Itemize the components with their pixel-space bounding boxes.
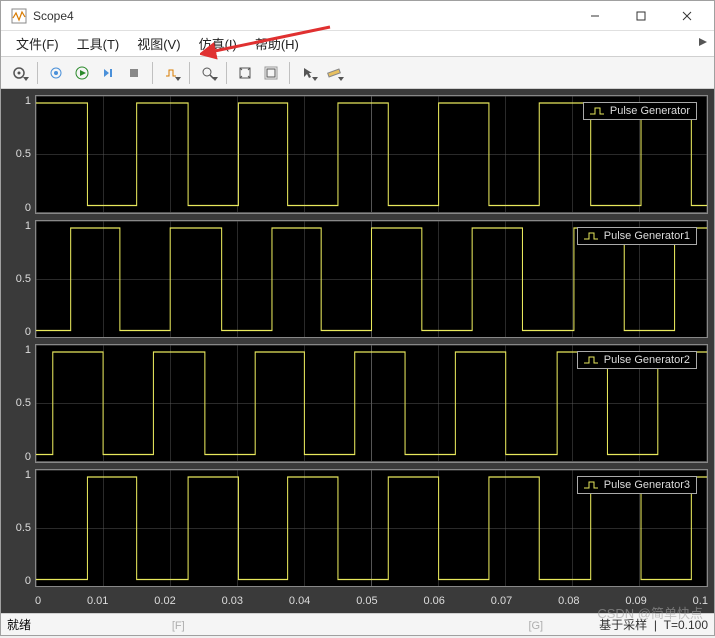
menu-help[interactable]: 帮助(H) xyxy=(246,31,308,56)
x-tick: 0 xyxy=(35,595,41,607)
x-tick: 0.08 xyxy=(558,595,579,607)
cursor-icon xyxy=(301,66,315,80)
autoscale-icon xyxy=(238,66,252,80)
status-mode: 基于采样 | T=0.100 xyxy=(599,616,708,633)
window-title: Scope4 xyxy=(33,9,572,23)
run-button[interactable] xyxy=(70,61,94,85)
print-button[interactable] xyxy=(44,61,68,85)
plot-1[interactable]: Pulse Generator1 xyxy=(35,220,708,339)
menu-tools[interactable]: 工具(T) xyxy=(68,31,129,56)
legend-label: Pulse Generator2 xyxy=(604,354,690,366)
menubar: 文件(F) 工具(T) 视图(V) 仿真(I) 帮助(H) xyxy=(1,31,714,57)
menu-file[interactable]: 文件(F) xyxy=(7,31,68,56)
chart-row-2: 10.50 Pulse Generator2 xyxy=(7,344,708,463)
legend-wave-icon xyxy=(584,232,598,240)
legend: Pulse Generator3 xyxy=(577,476,697,494)
step-forward-icon xyxy=(101,66,115,80)
separator xyxy=(289,62,290,84)
app-logo-icon xyxy=(11,8,27,24)
menu-view[interactable]: 视图(V) xyxy=(128,31,189,56)
legend: Pulse Generator1 xyxy=(577,227,697,245)
y-axis: 10.50 xyxy=(7,220,35,339)
plot-area: 10.50 Pulse Generator 10.50 Pulse Generator… xyxy=(1,89,714,613)
legend: Pulse Generator xyxy=(583,102,697,120)
x-tick: 0.1 xyxy=(693,595,708,607)
legend-wave-icon xyxy=(584,481,598,489)
dock-handle-icon[interactable] xyxy=(698,37,708,47)
step-button[interactable] xyxy=(96,61,120,85)
zoom-icon xyxy=(201,66,215,80)
zoom-button[interactable] xyxy=(196,61,220,85)
stop-icon xyxy=(127,66,141,80)
minimize-button[interactable] xyxy=(572,1,618,31)
legend-label: Pulse Generator xyxy=(610,105,690,117)
x-axis: 0 0.01 0.02 0.03 0.04 0.05 0.06 0.07 0.08 0.09 0.1 xyxy=(7,593,708,611)
play-icon xyxy=(75,66,89,80)
chart-row-3: 10.50 Pulse Generator3 xyxy=(7,469,708,588)
statusbar: 就绪 基于采样 | T=0.100 xyxy=(1,613,714,635)
scope-window: Scope4 文件(F) 工具(T) 视图(V) 仿真(I) 帮助(H) xyxy=(0,0,715,636)
titlebar: Scope4 xyxy=(1,1,714,31)
separator xyxy=(189,62,190,84)
plot-3[interactable]: Pulse Generator3 xyxy=(35,469,708,588)
separator xyxy=(37,62,38,84)
legend-label: Pulse Generator3 xyxy=(604,479,690,491)
x-tick: 0.01 xyxy=(87,595,108,607)
measure-button[interactable] xyxy=(322,61,346,85)
x-tick: 0.02 xyxy=(154,595,175,607)
trigger-icon xyxy=(164,66,178,80)
legend-label: Pulse Generator1 xyxy=(604,230,690,242)
plot-0[interactable]: Pulse Generator xyxy=(35,95,708,214)
x-tick: 0.05 xyxy=(356,595,377,607)
target-icon xyxy=(49,66,63,80)
chart-row-0: 10.50 Pulse Generator xyxy=(7,95,708,214)
x-tick: 0.09 xyxy=(625,595,646,607)
x-tick: 0.04 xyxy=(289,595,310,607)
maximize-button[interactable] xyxy=(618,1,664,31)
status-text: 就绪 xyxy=(7,616,599,633)
scale-xy-button[interactable] xyxy=(259,61,283,85)
scale-xy-icon xyxy=(264,66,278,80)
stop-button[interactable] xyxy=(122,61,146,85)
autoscale-button[interactable] xyxy=(233,61,257,85)
separator xyxy=(226,62,227,84)
config-button[interactable] xyxy=(7,61,31,85)
y-axis: 10.50 xyxy=(7,344,35,463)
menu-sim[interactable]: 仿真(I) xyxy=(190,31,246,56)
y-axis: 10.50 xyxy=(7,95,35,214)
plot-2[interactable]: Pulse Generator2 xyxy=(35,344,708,463)
legend: Pulse Generator2 xyxy=(577,351,697,369)
x-tick: 0.03 xyxy=(222,595,243,607)
cursor-button[interactable] xyxy=(296,61,320,85)
toolbar xyxy=(1,57,714,89)
x-tick: 0.06 xyxy=(423,595,444,607)
window-controls xyxy=(572,1,710,31)
gear-icon xyxy=(12,66,26,80)
chart-row-1: 10.50 Pulse Generator1 xyxy=(7,220,708,339)
separator xyxy=(152,62,153,84)
measure-icon xyxy=(327,66,341,80)
trigger-button[interactable] xyxy=(159,61,183,85)
legend-wave-icon xyxy=(584,356,598,364)
x-tick: 0.07 xyxy=(491,595,512,607)
y-axis: 10.50 xyxy=(7,469,35,588)
close-button[interactable] xyxy=(664,1,710,31)
legend-wave-icon xyxy=(590,107,604,115)
